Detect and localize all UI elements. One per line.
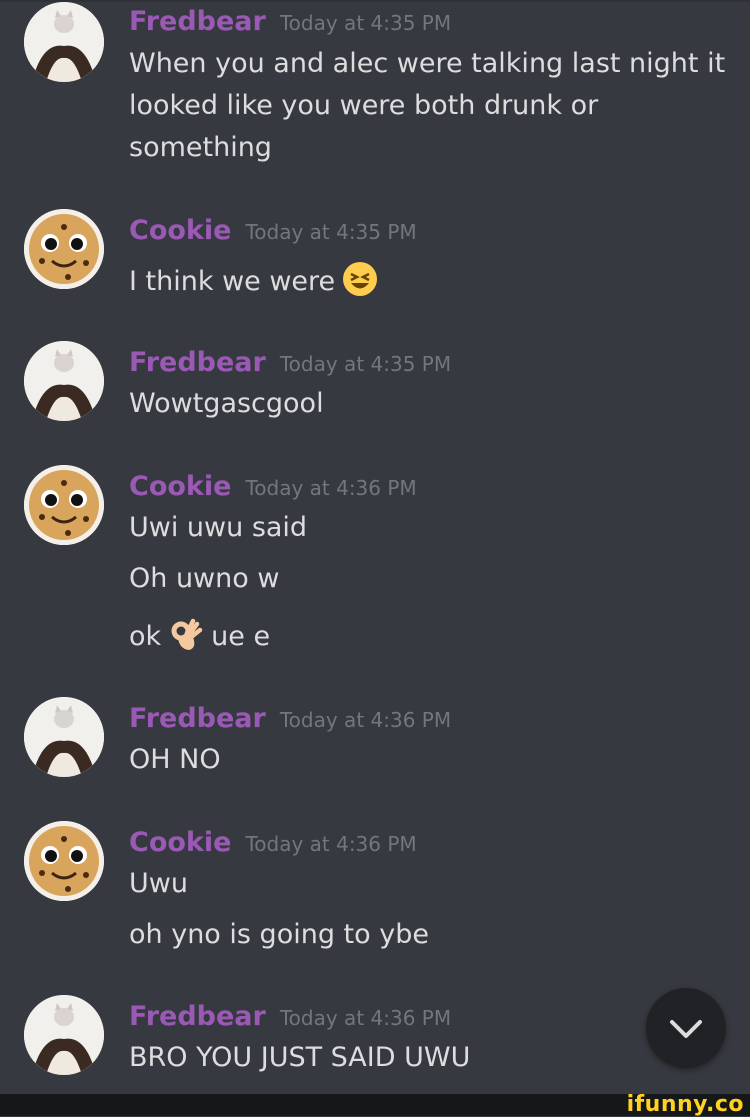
message-text: something [129, 132, 272, 163]
message-text-content: ok [129, 621, 162, 652]
message-text: When you and alec were talking last nigh… [129, 48, 726, 79]
message-text: OH NO [129, 744, 221, 775]
author-name[interactable]: Fredbear [129, 703, 266, 734]
message-text-content: I think we were [129, 266, 336, 297]
timestamp: Today at 4:36 PM [245, 832, 417, 856]
message-text: Oh uwno w [129, 563, 280, 594]
ok-hand-emoji [169, 617, 203, 653]
cookie-avatar[interactable] [24, 209, 104, 289]
cat-avatar[interactable] [24, 2, 104, 82]
timestamp: Today at 4:35 PM [279, 352, 452, 376]
jump-to-present-button[interactable] [646, 988, 726, 1068]
timestamp: Today at 4:36 PM [279, 1006, 452, 1030]
message-text: I think we were [129, 262, 378, 297]
chevron-down-icon [646, 988, 726, 1068]
laughing-face-emoji [343, 262, 378, 296]
message-text: oh yno is going to ybe [129, 919, 429, 950]
message-text: ok ue e [129, 617, 270, 653]
author-name[interactable]: Fredbear [129, 6, 266, 37]
cookie-avatar[interactable] [24, 465, 104, 545]
cat-avatar[interactable] [24, 341, 104, 421]
message-text: looked like you were both drunk or [129, 90, 599, 121]
timestamp: Today at 4:35 PM [245, 220, 417, 244]
cat-avatar[interactable] [24, 995, 104, 1075]
message-text: BRO YOU JUST SAID UWU [129, 1042, 471, 1073]
timestamp: Today at 4:35 PM [279, 11, 452, 35]
message-text: Uwu [129, 868, 188, 899]
timestamp: Today at 4:36 PM [279, 708, 452, 732]
message-text: Wowtgascgool [129, 388, 324, 419]
author-name[interactable]: Cookie [129, 215, 231, 246]
cookie-avatar[interactable] [24, 821, 104, 901]
author-name[interactable]: Fredbear [129, 1001, 266, 1032]
author-name[interactable]: Cookie [129, 471, 231, 502]
ifunny-watermark: ifunny.co [626, 1092, 744, 1117]
cat-avatar[interactable] [24, 697, 104, 777]
timestamp: Today at 4:36 PM [245, 476, 417, 500]
message-text: Uwi uwu said [129, 512, 308, 543]
top-divider [0, 0, 750, 2]
message-text-content: ue e [211, 621, 271, 652]
author-name[interactable]: Cookie [129, 827, 231, 858]
author-name[interactable]: Fredbear [129, 347, 266, 378]
